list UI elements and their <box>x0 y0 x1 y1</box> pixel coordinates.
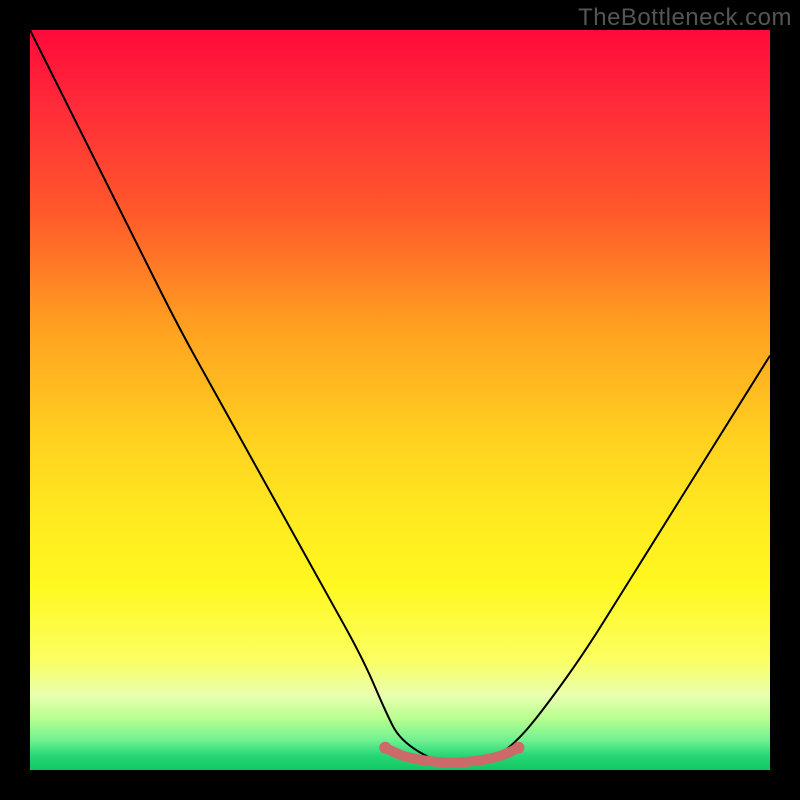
curve-layer <box>30 30 770 770</box>
optimal-band-start-marker <box>379 742 391 754</box>
plot-area <box>30 30 770 770</box>
optimal-band-end-marker <box>512 742 524 754</box>
optimal-band <box>385 748 518 763</box>
chart-stage: TheBottleneck.com <box>0 0 800 800</box>
watermark-text: TheBottleneck.com <box>578 4 792 32</box>
bottleneck-curve <box>30 30 770 763</box>
